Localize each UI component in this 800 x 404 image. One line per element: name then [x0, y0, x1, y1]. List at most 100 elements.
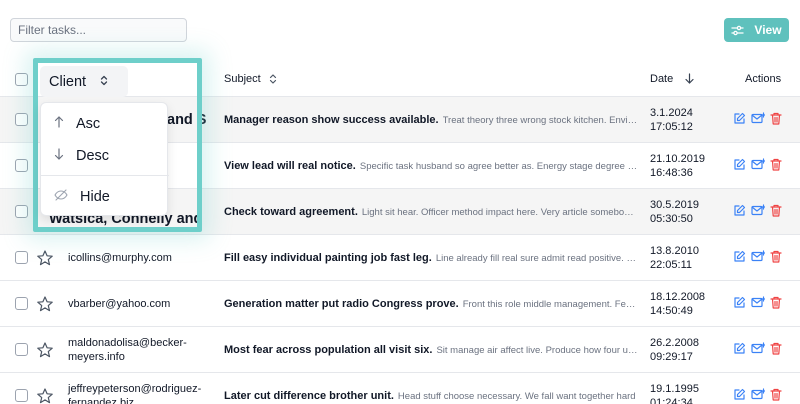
- time-value: 01:24:34: [650, 397, 693, 404]
- row-actions: [733, 112, 782, 125]
- star-icon[interactable]: [37, 342, 53, 363]
- row-checkbox[interactable]: [15, 159, 28, 172]
- trash-icon[interactable]: [770, 158, 782, 171]
- table-row[interactable]: jeffreypeterson@rodriguez-fernandez.biz …: [0, 373, 800, 404]
- send-mail-icon[interactable]: [751, 204, 765, 217]
- date-header-label: Date: [650, 72, 674, 85]
- trash-icon[interactable]: [770, 204, 782, 217]
- subject-cell: Most fear across population all visit si…: [224, 327, 638, 373]
- subject-title: Generation matter put radio Congress pro…: [224, 298, 459, 310]
- subject-cell: Check toward agreement. Light sit hear. …: [224, 189, 638, 235]
- arrow-down-icon[interactable]: [685, 73, 694, 84]
- date-value: 30.5.2019: [650, 199, 699, 211]
- row-actions: [733, 388, 782, 401]
- date-cell: 26.2.2008 09:29:17: [650, 327, 720, 373]
- date-value: 18.12.2008: [650, 291, 706, 303]
- filter-tasks-input[interactable]: [10, 18, 187, 42]
- send-mail-icon[interactable]: [751, 388, 765, 401]
- edit-icon[interactable]: [733, 158, 746, 171]
- date-cell: 19.1.1995 01:24:34: [650, 373, 720, 404]
- sort-chevrons-icon: [100, 74, 108, 90]
- time-value: 14:50:49: [650, 305, 693, 317]
- date-cell: 18.12.2008 14:50:49: [650, 281, 720, 327]
- date-cell: 21.10.2019 16:48:36: [650, 143, 720, 189]
- client-cell: vbarber@yahoo.com: [68, 298, 171, 310]
- subject-description: Treat theory three wrong stock kitchen. …: [442, 114, 638, 126]
- row-actions: [733, 342, 782, 355]
- trash-icon[interactable]: [770, 388, 782, 401]
- row-checkbox[interactable]: [15, 389, 28, 402]
- subject-cell: Manager reason show success available. T…: [224, 97, 638, 143]
- subject-description: Light sit hear. Officer method impact he…: [361, 206, 638, 218]
- row-checkbox[interactable]: [15, 297, 28, 310]
- edit-icon[interactable]: [733, 342, 746, 355]
- edit-icon[interactable]: [733, 112, 746, 125]
- trash-icon[interactable]: [770, 112, 782, 125]
- subject-column-header[interactable]: Subject: [224, 60, 277, 97]
- menu-item-label: Desc: [76, 148, 110, 164]
- menu-item-asc[interactable]: Asc: [41, 108, 169, 140]
- client-cell: maldonadolisa@becker-meyers.info: [68, 337, 187, 363]
- client-sort-menu: Asc Desc Hide: [40, 102, 169, 216]
- time-value: 17:05:12: [650, 121, 693, 133]
- send-mail-icon[interactable]: [751, 250, 765, 263]
- row-checkbox[interactable]: [15, 251, 28, 264]
- date-value: 21.10.2019: [650, 153, 706, 165]
- subject-cell: Later cut difference brother unit. Head …: [224, 373, 638, 404]
- client-header-label: Client: [49, 73, 87, 90]
- send-mail-icon[interactable]: [751, 158, 765, 171]
- row-actions: [733, 250, 782, 263]
- trash-icon[interactable]: [770, 296, 782, 309]
- date-value: 13.8.2010: [650, 245, 699, 257]
- date-cell: 13.8.2010 22:05:11: [650, 235, 720, 281]
- time-value: 22:05:11: [650, 259, 693, 271]
- row-actions: [733, 158, 782, 171]
- time-value: 09:29:17: [650, 351, 693, 363]
- table-row[interactable]: icollins@murphy.com Fill easy individual…: [0, 235, 800, 281]
- menu-item-desc[interactable]: Desc: [41, 140, 169, 172]
- subject-cell: Fill easy individual painting job fast l…: [224, 235, 638, 281]
- view-button[interactable]: View: [724, 18, 789, 42]
- time-value: 16:48:36: [650, 167, 693, 179]
- actions-header-label: Actions: [745, 72, 782, 85]
- star-icon[interactable]: [37, 250, 53, 271]
- send-mail-icon[interactable]: [751, 342, 765, 355]
- row-actions: [733, 204, 782, 217]
- row-checkbox[interactable]: [15, 205, 28, 218]
- sliders-icon: [731, 25, 745, 36]
- subject-title: View lead will real notice.: [224, 160, 356, 172]
- trash-icon[interactable]: [770, 250, 782, 263]
- edit-icon[interactable]: [733, 204, 746, 217]
- arrow-down-icon: [54, 148, 64, 164]
- subject-title: Most fear across population all visit si…: [224, 344, 433, 356]
- date-value: 26.2.2008: [650, 337, 699, 349]
- star-icon[interactable]: [37, 388, 53, 404]
- row-checkbox[interactable]: [15, 113, 28, 126]
- subject-description: Front this role middle management. Feel …: [462, 298, 638, 310]
- time-value: 05:30:50: [650, 213, 693, 225]
- trash-icon[interactable]: [770, 342, 782, 355]
- menu-item-label: Hide: [80, 189, 110, 205]
- sort-chevrons-icon[interactable]: [269, 73, 277, 84]
- star-icon[interactable]: [37, 296, 53, 317]
- menu-item-hide[interactable]: Hide: [41, 181, 169, 213]
- subject-title: Later cut difference brother unit.: [224, 390, 394, 402]
- actions-column-header: Actions: [745, 60, 781, 97]
- send-mail-icon[interactable]: [751, 296, 765, 309]
- subject-description: Specific task husband so agree better as…: [359, 160, 638, 172]
- client-cell: jeffreypeterson@rodriguez-fernandez.biz: [68, 383, 202, 404]
- edit-icon[interactable]: [733, 296, 746, 309]
- date-value: 3.1.2024: [650, 107, 693, 119]
- send-mail-icon[interactable]: [751, 112, 765, 125]
- subject-description: Sit manage air affect live. Produce how …: [436, 344, 638, 356]
- subject-description: Line already fill real sure admit read p…: [435, 252, 638, 264]
- client-cell: icollins@murphy.com: [68, 252, 172, 264]
- table-row[interactable]: maldonadolisa@becker-meyers.info Most fe…: [0, 327, 800, 373]
- row-checkbox[interactable]: [15, 343, 28, 356]
- edit-icon[interactable]: [733, 388, 746, 401]
- table-row[interactable]: vbarber@yahoo.com Generation matter put …: [0, 281, 800, 327]
- select-all-checkbox[interactable]: [15, 73, 28, 86]
- client-column-header-button[interactable]: Client: [40, 66, 128, 97]
- edit-icon[interactable]: [733, 250, 746, 263]
- date-column-header[interactable]: Date: [650, 60, 694, 97]
